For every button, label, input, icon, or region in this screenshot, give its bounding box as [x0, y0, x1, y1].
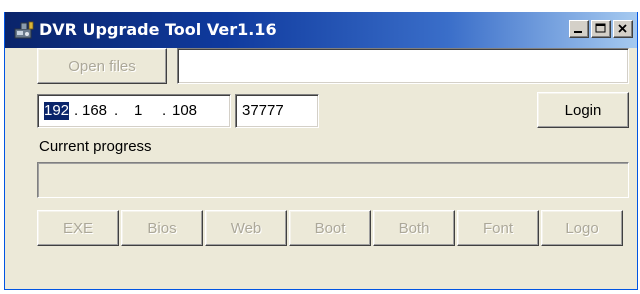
ip-address-field[interactable]: 192 . 168 . 1 . 108: [37, 94, 231, 128]
ip-octet-4[interactable]: 108: [172, 102, 197, 120]
ip-separator: .: [162, 102, 167, 119]
ip-octet-3[interactable]: 1: [134, 102, 142, 120]
maximize-button[interactable]: [591, 20, 611, 38]
login-button[interactable]: Login: [537, 92, 629, 128]
close-icon: [618, 24, 627, 33]
maximize-icon: [595, 23, 606, 33]
font-button[interactable]: Font: [457, 210, 539, 246]
logo-button[interactable]: Logo: [541, 210, 623, 246]
port-value: 37777: [242, 102, 284, 119]
dvr-tool-icon: [14, 21, 34, 39]
ip-separator: .: [74, 102, 79, 119]
ip-separator: .: [114, 102, 119, 119]
dialog-body: Open files 192 . 168 . 1 . 108 37777 Log…: [5, 48, 637, 289]
web-button[interactable]: Web: [205, 210, 287, 246]
progress-bar: [37, 162, 629, 198]
bios-button[interactable]: Bios: [121, 210, 203, 246]
exe-button[interactable]: EXE: [37, 210, 119, 246]
ip-octet-1[interactable]: 192: [44, 102, 70, 120]
port-field[interactable]: 37777: [235, 94, 319, 128]
ip-octet-2[interactable]: 168: [82, 102, 107, 120]
boot-button[interactable]: Boot: [289, 210, 371, 246]
both-button[interactable]: Both: [373, 210, 455, 246]
minimize-button[interactable]: [569, 20, 589, 38]
title-bar[interactable]: DVR Upgrade Tool Ver1.16: [5, 12, 637, 48]
minimize-icon: [574, 31, 582, 33]
close-button[interactable]: [613, 20, 633, 38]
open-files-button[interactable]: Open files: [37, 48, 167, 84]
progress-label: Current progress: [39, 138, 152, 155]
window-title: DVR Upgrade Tool Ver1.16: [39, 20, 277, 39]
app-window: DVR Upgrade Tool Ver1.16 Open files 192 …: [4, 12, 638, 290]
file-path-field[interactable]: [177, 48, 629, 84]
